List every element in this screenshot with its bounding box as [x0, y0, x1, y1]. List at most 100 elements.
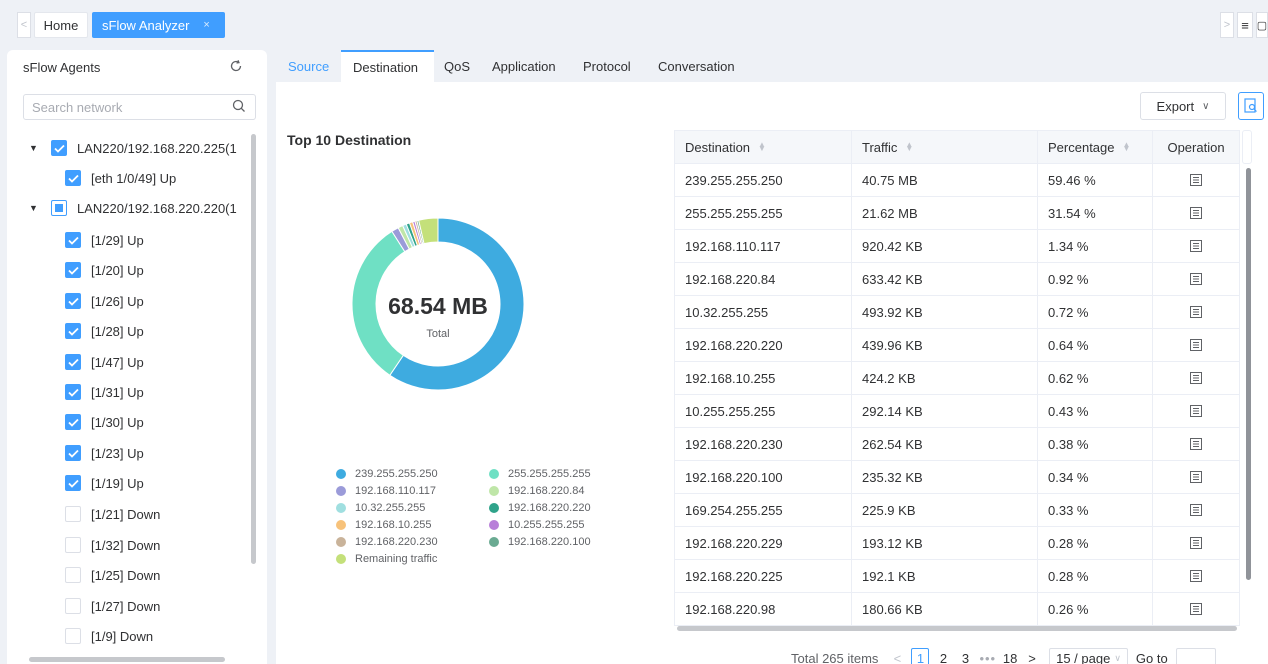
detail-icon[interactable] [1190, 405, 1202, 417]
tree-checkbox[interactable] [65, 323, 81, 339]
tree-checkbox[interactable] [65, 445, 81, 461]
tree-checkbox[interactable] [65, 384, 81, 400]
detail-icon[interactable] [1190, 438, 1202, 450]
legend-item[interactable]: 10.255.255.255 [489, 519, 584, 531]
tree-checkbox[interactable] [65, 170, 81, 186]
tab-application[interactable]: Application [492, 50, 556, 82]
tree-item[interactable]: [1/19] Up [65, 471, 144, 495]
caret-down-icon[interactable]: ▼ [29, 143, 41, 153]
legend-item[interactable]: 192.168.220.230 [336, 536, 438, 548]
goto-page-input[interactable] [1175, 648, 1216, 664]
prev-page-button[interactable]: < [889, 648, 905, 664]
tree-item[interactable]: [1/9] Down [65, 624, 153, 648]
next-page-button[interactable]: > [1024, 648, 1040, 664]
tree-checkbox[interactable] [65, 293, 81, 309]
page-size-select[interactable]: 15 / page ∨ [1049, 648, 1128, 664]
destination-cell: 192.168.220.98 [674, 593, 852, 626]
tab-source[interactable]: Source [288, 50, 329, 82]
tree-checkbox[interactable] [65, 506, 81, 522]
tab-sflow-analyzer[interactable]: sFlow Analyzer × [92, 12, 225, 38]
sort-icon[interactable]: ▲ ▼ [905, 141, 913, 153]
detail-icon[interactable] [1190, 339, 1202, 351]
menu-icon[interactable]: ≡ [1237, 12, 1253, 38]
tab-scroll-right-button[interactable]: > [1220, 12, 1234, 38]
tree-item[interactable]: [1/28] Up [65, 319, 144, 343]
tab-conversation[interactable]: Conversation [658, 50, 735, 82]
column-header[interactable]: Percentage ▲ ▼ [1038, 130, 1153, 164]
tree-item[interactable]: [eth 1/0/49] Up [65, 166, 176, 190]
tree-checkbox[interactable] [65, 354, 81, 370]
tab-destination[interactable]: Destination [341, 50, 434, 82]
legend-item[interactable]: 192.168.220.84 [489, 485, 584, 497]
legend-item[interactable]: Remaining traffic [336, 553, 437, 565]
detail-icon[interactable] [1190, 207, 1202, 219]
tree-checkbox[interactable] [65, 628, 81, 644]
legend-item[interactable]: 239.255.255.250 [336, 468, 438, 480]
window-icon[interactable]: ▢ [1256, 12, 1268, 38]
page-2[interactable]: 2 [935, 648, 951, 664]
tree-checkbox[interactable] [65, 232, 81, 248]
tree-item[interactable]: [1/47] Up [65, 350, 144, 374]
legend-item[interactable]: 192.168.220.220 [489, 502, 591, 514]
tree-checkbox[interactable] [65, 262, 81, 278]
legend-item[interactable]: 192.168.10.255 [336, 519, 431, 531]
tab-scroll-left-button[interactable]: < [17, 12, 31, 38]
detail-icon[interactable] [1190, 537, 1202, 549]
table-vertical-scrollbar[interactable] [1246, 168, 1251, 580]
tab-qos[interactable]: QoS [444, 50, 470, 82]
page-1[interactable]: 1 [911, 648, 930, 664]
legend-item[interactable]: 192.168.110.117 [336, 485, 436, 497]
tree-item[interactable]: [1/30] Up [65, 410, 144, 434]
tree-checkbox[interactable] [65, 475, 81, 491]
tree-item[interactable]: [1/23] Up [65, 441, 144, 465]
sidebar-horizontal-scrollbar[interactable] [29, 657, 225, 662]
tree-checkbox[interactable] [65, 598, 81, 614]
refresh-icon[interactable] [229, 59, 243, 76]
detail-icon[interactable] [1190, 372, 1202, 384]
caret-down-icon[interactable]: ▼ [29, 203, 41, 213]
tree-checkbox[interactable] [65, 414, 81, 430]
tree-item[interactable]: [1/20] Up [65, 258, 144, 282]
page-18[interactable]: 18 [1002, 648, 1018, 664]
detail-icon[interactable] [1190, 603, 1202, 615]
detail-icon[interactable] [1190, 273, 1202, 285]
detail-icon[interactable] [1190, 471, 1202, 483]
legend-item[interactable]: 255.255.255.255 [489, 468, 591, 480]
detail-icon[interactable] [1190, 570, 1202, 582]
table-horizontal-scrollbar[interactable] [677, 626, 1237, 631]
legend-dot [489, 469, 499, 479]
tree-item[interactable]: [1/25] Down [65, 563, 160, 587]
tree-item[interactable]: [1/27] Down [65, 594, 160, 618]
tab-protocol[interactable]: Protocol [583, 50, 631, 82]
search-input[interactable] [23, 94, 256, 120]
sidebar-vertical-scrollbar[interactable] [251, 134, 256, 564]
legend-item[interactable]: 10.32.255.255 [336, 502, 425, 514]
legend-item[interactable]: 192.168.220.100 [489, 536, 591, 548]
tree-item[interactable]: [1/31] Up [65, 380, 144, 404]
tree-checkbox[interactable] [51, 140, 67, 156]
tree-item[interactable]: [1/21] Down [65, 502, 160, 526]
column-header[interactable]: Traffic ▲ ▼ [852, 130, 1038, 164]
tree-item[interactable]: [1/29] Up [65, 228, 144, 252]
tree-item[interactable]: ▼ LAN220/192.168.220.225(1 [29, 136, 237, 160]
tree-checkbox[interactable] [51, 200, 67, 216]
search-icon[interactable] [231, 98, 247, 114]
close-icon[interactable]: × [203, 19, 209, 31]
column-header[interactable]: Destination ▲ ▼ [674, 130, 852, 164]
more-pages[interactable]: ••• [979, 648, 996, 664]
sort-icon[interactable]: ▲ ▼ [1123, 141, 1131, 153]
tree-item[interactable]: [1/26] Up [65, 289, 144, 313]
export-button[interactable]: Export ∨ [1140, 92, 1226, 120]
tree-item[interactable]: ▼ LAN220/192.168.220.220(1 [29, 196, 237, 220]
detail-icon[interactable] [1190, 504, 1202, 516]
tree-item[interactable]: [1/32] Down [65, 533, 160, 557]
detail-icon[interactable] [1190, 306, 1202, 318]
page-3[interactable]: 3 [957, 648, 973, 664]
tree-checkbox[interactable] [65, 537, 81, 553]
tree-checkbox[interactable] [65, 567, 81, 583]
sort-icon[interactable]: ▲ ▼ [758, 141, 766, 153]
detail-icon[interactable] [1190, 240, 1202, 252]
search-report-button[interactable] [1238, 92, 1264, 120]
tab-home[interactable]: Home [34, 12, 88, 38]
detail-icon[interactable] [1190, 174, 1202, 186]
